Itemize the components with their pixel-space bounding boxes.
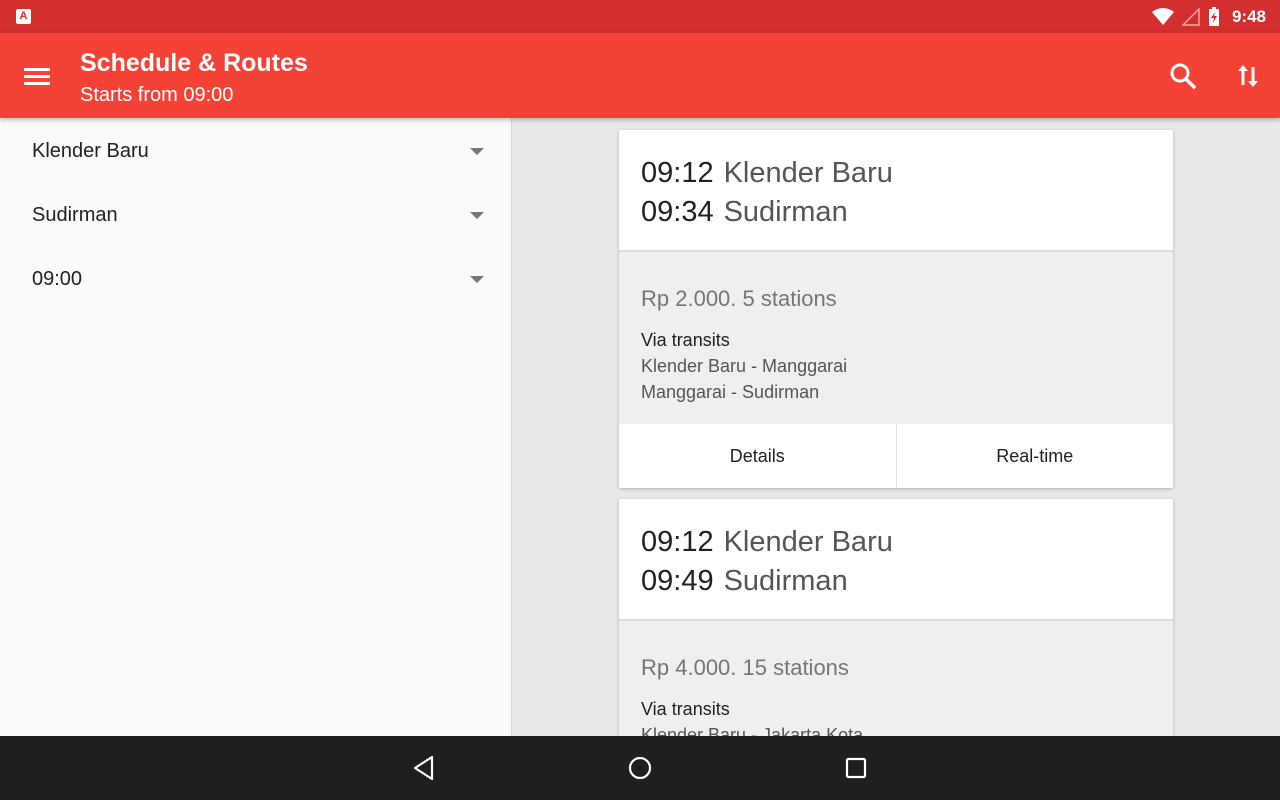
departure-station: Klender Baru [723, 526, 893, 558]
battery-charging-icon [1208, 6, 1219, 26]
route-card: 09:12 Klender Baru 09:49 Sudirman Rp 4.000… [619, 499, 1173, 736]
route-card-header[interactable]: 09:12 Klender Baru 09:34 Sudirman [619, 130, 1173, 252]
arrival-station: Sudirman [723, 196, 848, 228]
arrival-time: 09:34 [641, 196, 714, 228]
search-icon[interactable] [1168, 61, 1198, 91]
via-label: Via transits [641, 699, 730, 719]
swap-direction-icon[interactable] [1233, 61, 1263, 91]
destination-dropdown[interactable]: Sudirman [0, 184, 512, 248]
dropdown-arrow-icon [470, 212, 484, 219]
transit-leg: Manggarai - Sudirman [641, 382, 820, 402]
filter-pane: Klender Baru Sudirman 09:00 [0, 118, 512, 736]
origin-dropdown[interactable]: Klender Baru [0, 120, 512, 184]
realtime-button[interactable]: Real-time [895, 424, 1174, 488]
clock: 9:48 [1231, 6, 1266, 26]
route-card-body: Rp 4.000. 15 stations Via transits Klend… [619, 621, 1173, 736]
results-pane: 09:12 Klender Baru 09:34 Sudirman Rp 2.000… [513, 118, 1280, 736]
departure-line: 09:12 Klender Baru [641, 523, 1173, 562]
route-card: 09:12 Klender Baru 09:34 Sudirman Rp 2.000… [619, 130, 1173, 488]
dropdown-arrow-icon [470, 148, 484, 155]
transit-leg: Klender Baru - Manggarai [641, 356, 848, 376]
origin-value: Klender Baru [32, 140, 149, 162]
dropdown-arrow-icon [470, 276, 484, 283]
wifi-icon [1151, 7, 1174, 25]
arrival-time: 09:49 [641, 565, 714, 597]
departure-time: 09:12 [641, 157, 714, 189]
transit-leg: Klender Baru - Jakarta Kota [641, 725, 864, 736]
cell-signal-icon [1181, 7, 1200, 26]
fare-info: Rp 4.000. 15 stations [641, 655, 849, 680]
page-subtitle: Starts from 09:00 [80, 84, 234, 106]
notification-icon: A [16, 9, 31, 24]
arrival-station: Sudirman [723, 565, 848, 597]
arrival-line: 09:49 Sudirman [641, 562, 1173, 601]
status-icons: 9:48 [1151, 0, 1266, 33]
via-label: Via transits [641, 330, 730, 350]
page-title: Schedule & Routes [80, 49, 308, 77]
app-bar: Schedule & Routes Starts from 09:00 [0, 33, 1280, 118]
time-dropdown[interactable]: 09:00 [0, 248, 512, 312]
time-value: 09:00 [32, 268, 83, 290]
departure-time: 09:12 [641, 526, 714, 558]
system-nav-bar [0, 736, 1280, 800]
menu-icon[interactable] [22, 61, 52, 91]
destination-value: Sudirman [32, 204, 118, 226]
departure-station: Klender Baru [723, 157, 893, 189]
route-card-actions: Details Real-time [619, 424, 1173, 488]
back-icon[interactable] [410, 754, 438, 782]
home-icon[interactable] [626, 754, 654, 782]
status-bar: A 9:48 [0, 0, 1280, 33]
route-card-body: Rp 2.000. 5 stations Via transits Klende… [619, 252, 1173, 424]
recents-icon[interactable] [842, 754, 870, 782]
fare-info: Rp 2.000. 5 stations [641, 286, 837, 311]
arrival-line: 09:34 Sudirman [641, 193, 1173, 232]
departure-line: 09:12 Klender Baru [641, 154, 1173, 193]
details-button[interactable]: Details [619, 424, 896, 488]
route-card-header[interactable]: 09:12 Klender Baru 09:49 Sudirman [619, 499, 1173, 621]
